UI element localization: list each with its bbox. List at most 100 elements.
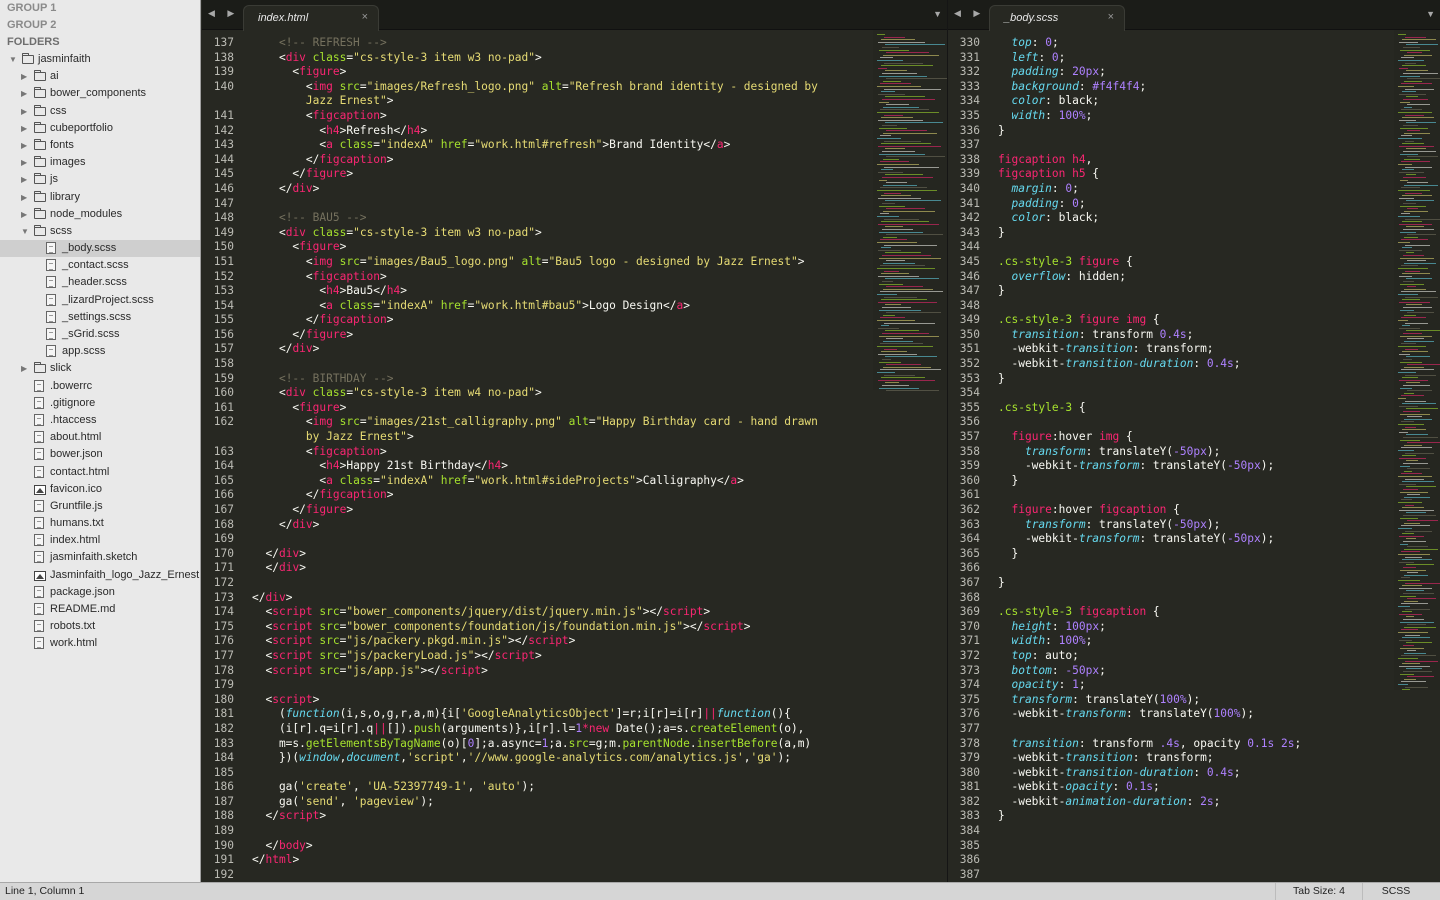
editor-pane-left[interactable]: ◀ ▶ index.html × ▼ 137 138 139 140 141 142 143… <box>202 0 947 882</box>
minimap-line <box>880 135 891 137</box>
minimap-line <box>1404 548 1438 550</box>
tree-file[interactable]: .bowerrc <box>0 378 200 395</box>
minimap[interactable] <box>873 30 947 392</box>
tree-file[interactable]: humans.txt <box>0 515 200 532</box>
tree-file[interactable]: jasminfaith.sketch <box>0 549 200 566</box>
minimap-line <box>883 210 935 212</box>
sidebar-group-1[interactable]: GROUP 1 <box>0 0 200 17</box>
disclosure-collapsed-icon[interactable]: ▶ <box>21 206 27 223</box>
code-line: opacity: 1; <box>1011 678 1086 692</box>
code-line: } <box>998 225 1005 239</box>
line-number: 378 <box>959 736 980 750</box>
tree-file[interactable]: bower.json <box>0 446 200 463</box>
tree-file[interactable]: package.json <box>0 584 200 601</box>
code-area[interactable]: top: 0; left: 0; padding: 20px; backgrou… <box>998 36 1301 882</box>
tree-file[interactable]: _contact.scss <box>0 257 200 274</box>
minimap-line <box>1407 650 1416 652</box>
tree-folder[interactable]: ▶ bower_components <box>0 85 200 102</box>
tree-file[interactable]: .htaccess <box>0 412 200 429</box>
tree-file[interactable]: _body.scss <box>0 240 200 258</box>
disclosure-collapsed-icon[interactable]: ▶ <box>21 360 27 377</box>
tree-file[interactable]: _settings.scss <box>0 309 200 326</box>
minimap-line <box>1406 616 1414 618</box>
minimap-line <box>1402 507 1424 509</box>
disclosure-collapsed-icon[interactable]: ▶ <box>21 154 27 171</box>
tree-folder[interactable]: ▶ js <box>0 171 200 188</box>
disclosure-collapsed-icon[interactable]: ▶ <box>21 85 27 102</box>
tree-folder[interactable]: ▶ images <box>0 154 200 171</box>
disclosure-collapsed-icon[interactable]: ▶ <box>21 120 27 137</box>
disclosure-collapsed-icon[interactable]: ▶ <box>21 68 27 85</box>
tree-file[interactable]: about.html <box>0 429 200 446</box>
tree-file[interactable]: Jasminfaith_logo_Jazz_Ernest.png <box>0 567 200 584</box>
code-line: </figure> <box>292 503 354 516</box>
minimap[interactable] <box>1394 30 1440 691</box>
chevron-down-icon[interactable]: ▼ <box>933 9 942 19</box>
minimap-line <box>1398 658 1418 659</box>
tree-file[interactable]: README.md <box>0 601 200 618</box>
disclosure-expanded-icon[interactable]: ▼ <box>9 51 17 68</box>
minimap-line <box>1401 525 1430 527</box>
tree-file[interactable]: contact.html <box>0 464 200 481</box>
minimap-line <box>878 301 937 303</box>
disclosure-collapsed-icon[interactable]: ▶ <box>21 171 27 188</box>
tab-body-scss[interactable]: _body.scss × <box>989 5 1125 31</box>
code-line: -webkit-transform: translateY(-50px); <box>998 532 1275 546</box>
tab-size-selector[interactable]: Tab Size: 4 <box>1275 883 1363 900</box>
minimap-line <box>1399 41 1418 43</box>
tree-folder[interactable]: ▶ ai <box>0 68 200 85</box>
tab-nav-arrows[interactable]: ◀ ▶ <box>954 8 985 19</box>
disclosure-collapsed-icon[interactable]: ▶ <box>21 137 27 154</box>
sidebar-group-2[interactable]: GROUP 2 <box>0 17 200 34</box>
disclosure-collapsed-icon[interactable]: ▶ <box>21 103 27 120</box>
tree-file[interactable]: work.html <box>0 635 200 652</box>
disclosure-collapsed-icon[interactable]: ▶ <box>21 189 27 206</box>
close-icon[interactable]: × <box>1108 11 1114 23</box>
file-icon <box>46 276 56 289</box>
tree-file[interactable]: _lizardProject.scss <box>0 292 200 309</box>
tree-folder[interactable]: ▶ slick <box>0 360 200 377</box>
minimap-line <box>1402 689 1410 691</box>
code-line: </div> <box>278 517 320 531</box>
editor-pane-right[interactable]: ◀ ▶ _body.scss × ▼ 330 331 332 333 334 335 336… <box>948 0 1440 882</box>
tab-nav-arrows[interactable]: ◀ ▶ <box>208 8 239 19</box>
tree-file[interactable]: app.scss <box>0 343 200 360</box>
minimap-line <box>1406 174 1416 176</box>
tree-file[interactable]: _sGrid.scss <box>0 326 200 343</box>
minimap-line <box>1398 216 1420 217</box>
tree-folder[interactable]: ▶ css <box>0 103 200 120</box>
tree-item-label: README.md <box>50 603 116 615</box>
tree-folder[interactable]: ▶ library <box>0 189 200 206</box>
code-line: } <box>998 546 1019 560</box>
tree-file[interactable]: .gitignore <box>0 395 200 412</box>
line-number: 349 <box>959 313 980 327</box>
tab-index-html[interactable]: index.html × <box>243 5 379 31</box>
line-number: 143 <box>213 138 234 152</box>
minimap-line <box>1398 86 1414 87</box>
tree-file[interactable]: robots.txt <box>0 618 200 635</box>
line-number <box>202 430 234 445</box>
tree-file[interactable]: index.html <box>0 532 200 549</box>
tree-folder[interactable]: ▼ scss <box>0 223 200 240</box>
tree-file[interactable]: _header.scss <box>0 274 200 291</box>
minimap-line <box>880 213 889 215</box>
minimap-line <box>879 231 923 233</box>
disclosure-expanded-icon[interactable]: ▼ <box>21 223 29 240</box>
tree-folder[interactable]: ▶ cubeportfolio <box>0 120 200 137</box>
tree-file[interactable]: Gruntfile.js <box>0 498 200 515</box>
minimap-line <box>880 291 943 293</box>
code-area[interactable]: <!-- REFRESH --> <div class="cs-style-3 … <box>252 36 818 882</box>
chevron-down-icon[interactable]: ▼ <box>1426 9 1435 19</box>
line-number: 181 <box>213 707 234 721</box>
tree-folder[interactable]: ▶ fonts <box>0 137 200 154</box>
tree-folder[interactable]: ▶ node_modules <box>0 206 200 223</box>
syntax-selector[interactable]: SCSS <box>1366 883 1426 900</box>
tree-folder[interactable]: ▼ jasminfaith <box>0 51 200 68</box>
minimap-line <box>1404 288 1426 290</box>
tree-file[interactable]: favicon.ico <box>0 481 200 498</box>
line-number: 178 <box>213 663 234 677</box>
line-number: 374 <box>959 678 980 692</box>
close-icon[interactable]: × <box>362 11 368 23</box>
